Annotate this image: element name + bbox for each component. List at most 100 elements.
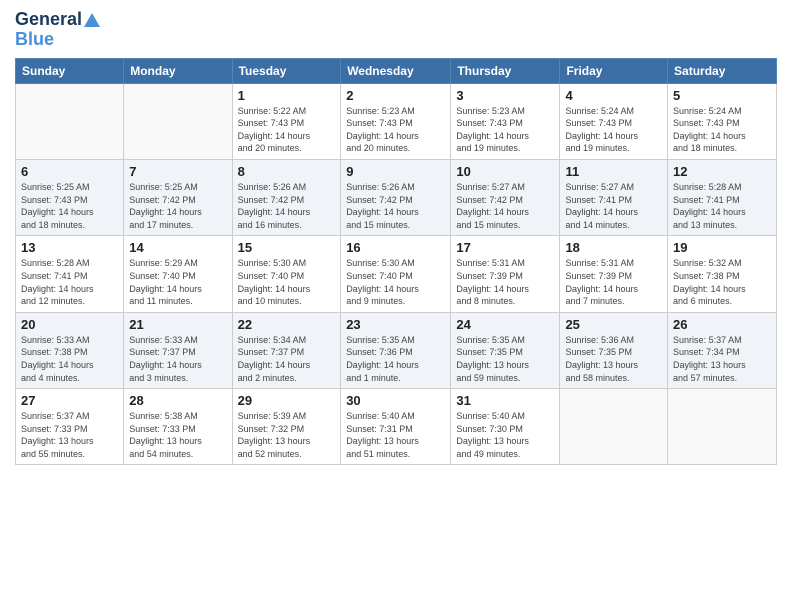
calendar-cell	[668, 389, 777, 465]
day-info: Sunrise: 5:38 AM Sunset: 7:33 PM Dayligh…	[129, 410, 226, 460]
logo-triangle-icon	[84, 13, 100, 27]
day-number: 20	[21, 317, 118, 332]
day-info: Sunrise: 5:40 AM Sunset: 7:31 PM Dayligh…	[346, 410, 445, 460]
day-info: Sunrise: 5:23 AM Sunset: 7:43 PM Dayligh…	[456, 105, 554, 155]
day-info: Sunrise: 5:35 AM Sunset: 7:36 PM Dayligh…	[346, 334, 445, 384]
calendar-cell: 23Sunrise: 5:35 AM Sunset: 7:36 PM Dayli…	[341, 312, 451, 388]
calendar-cell: 26 Sunrise: 5:37 AM Sunset: 7:34 PM Dayli…	[668, 312, 777, 388]
day-number: 19	[673, 240, 771, 255]
calendar-cell: 1Sunrise: 5:22 AM Sunset: 7:43 PM Daylig…	[232, 83, 341, 159]
day-number: 26	[673, 317, 771, 332]
day-info: Sunrise: 5:39 AM Sunset: 7:32 PM Dayligh…	[238, 410, 336, 460]
day-number: 2	[346, 88, 445, 103]
calendar-cell: 11 Sunrise: 5:27 AM Sunset: 7:41 PM Dayli…	[560, 159, 668, 235]
weekday-header-thursday: Thursday	[451, 58, 560, 83]
calendar-cell: 15 Sunrise: 5:30 AM Sunset: 7:40 PM Dayli…	[232, 236, 341, 312]
calendar-cell: 14 Sunrise: 5:29 AM Sunset: 7:40 PM Dayli…	[124, 236, 232, 312]
calendar-cell: 6 Sunrise: 5:25 AM Sunset: 7:43 PM Daylig…	[16, 159, 124, 235]
day-number: 4	[565, 88, 662, 103]
day-info: Sunrise: 5:34 AM Sunset: 7:37 PM Dayligh…	[238, 334, 336, 384]
day-info: Sunrise: 5:28 AM Sunset: 7:41 PM Dayligh…	[673, 181, 771, 231]
weekday-header-tuesday: Tuesday	[232, 58, 341, 83]
day-number: 6	[21, 164, 118, 179]
calendar-week-row: 6 Sunrise: 5:25 AM Sunset: 7:43 PM Daylig…	[16, 159, 777, 235]
calendar-cell: 5 Sunrise: 5:24 AM Sunset: 7:43 PM Daylig…	[668, 83, 777, 159]
day-number: 25	[565, 317, 662, 332]
day-number: 5	[673, 88, 771, 103]
day-info: Sunrise: 5:40 AM Sunset: 7:30 PM Dayligh…	[456, 410, 554, 460]
calendar-cell: 8Sunrise: 5:26 AM Sunset: 7:42 PM Daylig…	[232, 159, 341, 235]
day-info: Sunrise: 5:27 AM Sunset: 7:41 PM Dayligh…	[565, 181, 662, 231]
day-info: Sunrise: 5:37 AM Sunset: 7:34 PM Dayligh…	[673, 334, 771, 384]
day-info: Sunrise: 5:30 AM Sunset: 7:40 PM Dayligh…	[346, 257, 445, 307]
day-number: 22	[238, 317, 336, 332]
calendar-cell: 24Sunrise: 5:35 AM Sunset: 7:35 PM Dayli…	[451, 312, 560, 388]
day-info: Sunrise: 5:37 AM Sunset: 7:33 PM Dayligh…	[21, 410, 118, 460]
calendar-cell: 21 Sunrise: 5:33 AM Sunset: 7:37 PM Dayli…	[124, 312, 232, 388]
day-info: Sunrise: 5:33 AM Sunset: 7:37 PM Dayligh…	[129, 334, 226, 384]
calendar-cell: 2Sunrise: 5:23 AM Sunset: 7:43 PM Daylig…	[341, 83, 451, 159]
calendar-cell: 4 Sunrise: 5:24 AM Sunset: 7:43 PM Daylig…	[560, 83, 668, 159]
calendar-cell: 10Sunrise: 5:27 AM Sunset: 7:42 PM Dayli…	[451, 159, 560, 235]
calendar-cell: 16 Sunrise: 5:30 AM Sunset: 7:40 PM Dayli…	[341, 236, 451, 312]
day-number: 27	[21, 393, 118, 408]
day-number: 13	[21, 240, 118, 255]
day-number: 28	[129, 393, 226, 408]
day-info: Sunrise: 5:26 AM Sunset: 7:42 PM Dayligh…	[346, 181, 445, 231]
day-number: 31	[456, 393, 554, 408]
day-number: 9	[346, 164, 445, 179]
day-number: 3	[456, 88, 554, 103]
day-info: Sunrise: 5:25 AM Sunset: 7:43 PM Dayligh…	[21, 181, 118, 231]
calendar-week-row: 1Sunrise: 5:22 AM Sunset: 7:43 PM Daylig…	[16, 83, 777, 159]
day-info: Sunrise: 5:22 AM Sunset: 7:43 PM Dayligh…	[238, 105, 336, 155]
day-info: Sunrise: 5:36 AM Sunset: 7:35 PM Dayligh…	[565, 334, 662, 384]
day-number: 24	[456, 317, 554, 332]
day-info: Sunrise: 5:33 AM Sunset: 7:38 PM Dayligh…	[21, 334, 118, 384]
calendar-cell	[16, 83, 124, 159]
calendar-week-row: 13 Sunrise: 5:28 AM Sunset: 7:41 PM Dayli…	[16, 236, 777, 312]
calendar-cell: 3 Sunrise: 5:23 AM Sunset: 7:43 PM Daylig…	[451, 83, 560, 159]
day-number: 15	[238, 240, 336, 255]
calendar-cell: 29 Sunrise: 5:39 AM Sunset: 7:32 PM Dayli…	[232, 389, 341, 465]
logo-text-blue: Blue	[15, 30, 54, 50]
calendar-cell: 28 Sunrise: 5:38 AM Sunset: 7:33 PM Dayli…	[124, 389, 232, 465]
weekday-header-saturday: Saturday	[668, 58, 777, 83]
day-number: 11	[565, 164, 662, 179]
calendar-cell: 20 Sunrise: 5:33 AM Sunset: 7:38 PM Dayli…	[16, 312, 124, 388]
day-number: 18	[565, 240, 662, 255]
calendar-cell: 9 Sunrise: 5:26 AM Sunset: 7:42 PM Daylig…	[341, 159, 451, 235]
day-info: Sunrise: 5:28 AM Sunset: 7:41 PM Dayligh…	[21, 257, 118, 307]
weekday-header-monday: Monday	[124, 58, 232, 83]
day-info: Sunrise: 5:31 AM Sunset: 7:39 PM Dayligh…	[565, 257, 662, 307]
day-info: Sunrise: 5:30 AM Sunset: 7:40 PM Dayligh…	[238, 257, 336, 307]
calendar-cell: 7 Sunrise: 5:25 AM Sunset: 7:42 PM Daylig…	[124, 159, 232, 235]
day-info: Sunrise: 5:29 AM Sunset: 7:40 PM Dayligh…	[129, 257, 226, 307]
logo: General Blue	[15, 10, 100, 50]
calendar-cell: 18 Sunrise: 5:31 AM Sunset: 7:39 PM Dayli…	[560, 236, 668, 312]
day-number: 7	[129, 164, 226, 179]
day-number: 10	[456, 164, 554, 179]
calendar-cell: 17 Sunrise: 5:31 AM Sunset: 7:39 PM Dayli…	[451, 236, 560, 312]
calendar-week-row: 27 Sunrise: 5:37 AM Sunset: 7:33 PM Dayli…	[16, 389, 777, 465]
day-number: 30	[346, 393, 445, 408]
logo-text-general: General	[15, 10, 82, 30]
weekday-header-sunday: Sunday	[16, 58, 124, 83]
calendar-cell: 13 Sunrise: 5:28 AM Sunset: 7:41 PM Dayli…	[16, 236, 124, 312]
day-number: 29	[238, 393, 336, 408]
day-number: 12	[673, 164, 771, 179]
calendar-cell: 19 Sunrise: 5:32 AM Sunset: 7:38 PM Dayli…	[668, 236, 777, 312]
weekday-header-friday: Friday	[560, 58, 668, 83]
day-info: Sunrise: 5:24 AM Sunset: 7:43 PM Dayligh…	[673, 105, 771, 155]
calendar-cell: 31 Sunrise: 5:40 AM Sunset: 7:30 PM Dayli…	[451, 389, 560, 465]
day-number: 17	[456, 240, 554, 255]
day-number: 21	[129, 317, 226, 332]
day-info: Sunrise: 5:25 AM Sunset: 7:42 PM Dayligh…	[129, 181, 226, 231]
calendar-cell: 27 Sunrise: 5:37 AM Sunset: 7:33 PM Dayli…	[16, 389, 124, 465]
day-info: Sunrise: 5:32 AM Sunset: 7:38 PM Dayligh…	[673, 257, 771, 307]
day-number: 16	[346, 240, 445, 255]
day-info: Sunrise: 5:24 AM Sunset: 7:43 PM Dayligh…	[565, 105, 662, 155]
day-info: Sunrise: 5:31 AM Sunset: 7:39 PM Dayligh…	[456, 257, 554, 307]
calendar-cell: 30 Sunrise: 5:40 AM Sunset: 7:31 PM Dayli…	[341, 389, 451, 465]
day-info: Sunrise: 5:26 AM Sunset: 7:42 PM Dayligh…	[238, 181, 336, 231]
day-number: 14	[129, 240, 226, 255]
